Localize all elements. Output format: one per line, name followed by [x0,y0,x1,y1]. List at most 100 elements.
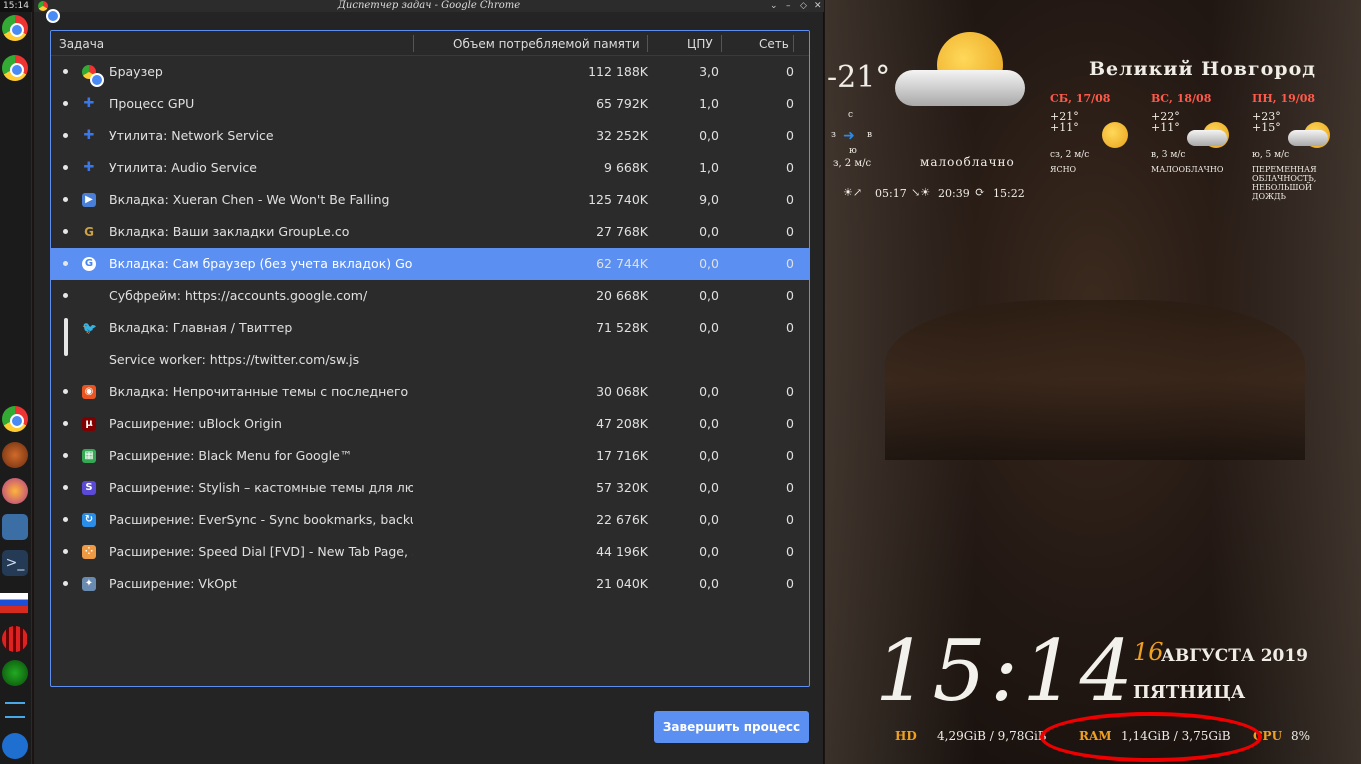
puzzle-icon: ✚ [83,96,95,111]
table-row[interactable]: Браузер 112 188K 3,0 0 [51,56,809,88]
date-day: 16 [1133,638,1164,666]
process-name: Вкладка: Сам браузер (без учета вкладок)… [109,256,413,271]
process-rows: Браузер 112 188K 3,0 0 ✚ Процесс GPU 65 792K 1,… [51,56,809,600]
process-network: 0 [786,576,794,591]
wind-now: з, 2 м/с [833,158,872,169]
files-icon[interactable] [2,514,28,540]
column-network[interactable]: Сеть [759,37,789,51]
row-bullet [63,389,68,394]
process-network: 0 [786,160,794,175]
table-row[interactable]: S Расширение: Stylish – кастомные темы дл… [51,472,809,504]
date-month-year: августа 2019 [1161,646,1309,666]
row-bullet [63,197,68,202]
ublock-icon: µ [82,417,96,431]
wind-arrow-icon: ➜ [843,128,855,144]
task-manager-window: Диспетчер задач - Google Chrome ⌄ – ◇ ✕ … [34,0,824,764]
eversync-icon: ↻ [82,513,96,527]
process-cpu: 0,0 [699,288,719,303]
table-row[interactable]: ✦ Расширение: VkOpt 21 040K 0,0 0 [51,568,809,600]
compass-s: ю [849,146,857,156]
process-name: Вкладка: Непрочитанные темы с последнего… [109,384,413,399]
process-network: 0 [786,192,794,207]
window-menu-icon[interactable]: ⌄ [770,0,778,12]
process-memory: 20 668K [596,288,648,303]
table-row[interactable]: ◉ Вкладка: Непрочитанные темы с последнег… [51,376,809,408]
process-name: Расширение: EverSync - Sync bookmarks, b… [109,512,413,527]
table-row[interactable]: ✚ Процесс GPU 65 792K 1,0 0 [51,88,809,120]
table-row[interactable]: G Вкладка: Ваши закладки GroupLe.co 27 768… [51,216,809,248]
process-memory: 30 068K [596,384,648,399]
process-name: Утилита: Network Service [109,128,274,143]
audio-icon[interactable] [2,626,28,652]
table-row[interactable]: ▶ Вкладка: Xueran Chen - We Won't Be Fall… [51,184,809,216]
process-memory: 27 768K [596,224,648,239]
process-cpu: 9,0 [699,192,719,207]
table-row[interactable]: ✚ Утилита: Audio Service 9 668K 1,0 0 [51,152,809,184]
table-row[interactable]: ✚ Утилита: Network Service 32 252K 0,0 0 [51,120,809,152]
date-weekday: пятница [1133,682,1246,703]
process-name: Вкладка: Xueran Chen - We Won't Be Falli… [109,192,390,207]
chromium-launcher-icon[interactable] [2,406,28,432]
process-network: 0 [786,224,794,239]
column-memory[interactable]: Объем потребляемой памяти [453,37,640,51]
process-memory: 65 792K [596,96,648,111]
process-memory: 44 196K [596,544,648,559]
forecast-desc: малооблачно [1151,165,1224,174]
desktop-wallpaper: -21° Великий Новгород с з в ➜ ю з, 2 м/с… [825,0,1361,764]
process-name: Service worker: https://twitter.com/sw.j… [109,352,360,367]
hd-label: HD [895,729,917,743]
process-name: Процесс GPU [109,96,195,111]
russian-flag-icon[interactable] [0,593,28,613]
refresh-icon[interactable]: ⟳ [975,185,985,199]
process-network: 0 [786,288,794,303]
twitter-icon: 🐦 [82,321,97,335]
app-icon[interactable] [2,660,28,686]
process-network: 0 [786,256,794,271]
row-bullet [63,453,68,458]
dock-clock: 15:14 [0,0,32,12]
music-icon[interactable] [2,733,28,759]
compass-n: с [848,110,854,120]
table-row[interactable]: ↻ Расширение: EverSync - Sync bookmarks, … [51,504,809,536]
puzzle-icon: ✚ [83,128,95,143]
process-network: 0 [786,416,794,431]
process-cpu: 0,0 [699,384,719,399]
process-name: Расширение: Black Menu for Google™ [109,448,353,463]
terminal-icon[interactable]: >_ [2,550,28,576]
column-task[interactable]: Задача [59,37,104,51]
process-network: 0 [786,128,794,143]
blackmenu-icon: ▦ [82,449,96,463]
end-process-button[interactable]: Завершить процесс [654,711,809,743]
process-network: 0 [786,96,794,111]
table-row[interactable]: µ Расширение: uBlock Origin 47 208K 0,0 0 [51,408,809,440]
chrome-launcher-icon[interactable] [2,15,28,41]
firefox-icon[interactable] [2,442,28,468]
table-row[interactable]: 🐦 Вкладка: Главная / Твиттер 71 528K 0,0 0 [51,312,809,356]
table-row[interactable]: ▦ Расширение: Black Menu for Google™ 17 71… [51,440,809,472]
chrome-launcher-icon[interactable] [2,55,28,81]
grouple-icon: G [84,225,94,239]
table-row[interactable]: Service worker: https://twitter.com/sw.j… [51,344,809,376]
dock: 15:14 >_ [0,0,32,764]
table-header: Задача Объем потребляемой памяти ЦПУ Сет… [51,31,809,56]
process-memory: 32 252K [596,128,648,143]
process-table: Задача Объем потребляемой памяти ЦПУ Сет… [50,30,810,687]
row-bullet [63,485,68,490]
firefox-dev-icon[interactable] [2,478,28,504]
table-row[interactable]: ⁘ Расширение: Speed Dial [FVD] - New Tab … [51,536,809,568]
column-cpu[interactable]: ЦПУ [687,37,713,51]
forecast-wind: сз, 2 м/с [1050,150,1090,160]
row-bullet [63,549,68,554]
process-memory: 125 740K [588,192,648,207]
forecast-wind: ю, 5 м/с [1252,150,1290,160]
table-row[interactable]: Субфрейм: https://accounts.google.com/20… [51,280,809,312]
process-network: 0 [786,480,794,495]
process-name: Расширение: Speed Dial [FVD] - New Tab P… [109,544,413,559]
minimize-icon[interactable]: – [786,0,791,12]
close-icon[interactable]: ✕ [814,0,822,12]
network-icon[interactable] [5,702,25,718]
table-row[interactable]: G Вкладка: Сам браузер (без учета вкладок… [51,248,809,280]
process-cpu: 0,0 [699,320,719,335]
maximize-icon[interactable]: ◇ [800,0,807,12]
process-cpu: 0,0 [699,448,719,463]
